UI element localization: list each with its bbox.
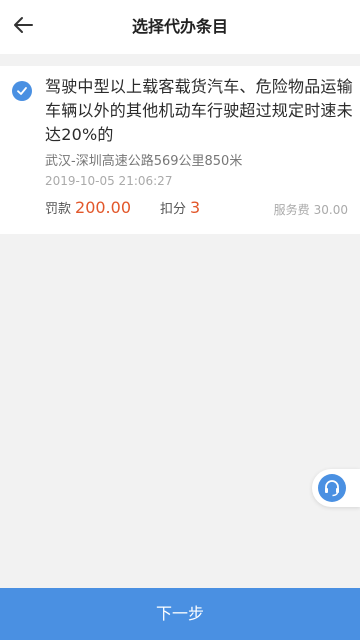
fine-label: 罚款 — [45, 202, 72, 217]
fine-value: 200.00 — [75, 198, 131, 217]
customer-service-button[interactable] — [312, 469, 360, 507]
violation-item[interactable]: 驾驶中型以上载客载货汽车、危险物品运输车辆以外的其他机动车行驶超过规定时速未达2… — [0, 66, 360, 234]
violation-description: 驾驶中型以上载客载货汽车、危险物品运输车辆以外的其他机动车行驶超过规定时速未达2… — [45, 77, 353, 144]
headset-icon — [318, 474, 346, 502]
fine-group: 罚款 200.00 — [45, 198, 131, 217]
violation-location: 武汉-深圳高速公路569公里850米 — [45, 154, 243, 169]
header-bar: 选择代办条目 — [0, 0, 360, 54]
fee-row: 罚款 200.00 扣分 3 服务费 30.00 — [45, 198, 348, 220]
service-fee: 服务费 30.00 — [274, 201, 348, 218]
page-title: 选择代办条目 — [131, 17, 228, 36]
points-label: 扣分 — [160, 202, 187, 217]
service-fee-label: 服务费 — [273, 203, 310, 217]
next-step-button[interactable]: 下一步 — [0, 588, 360, 640]
checkmark-icon — [16, 82, 28, 101]
service-fee-value: 30.00 — [313, 203, 348, 217]
points-group: 扣分 3 — [160, 198, 200, 217]
page: 选择代办条目 驾驶中型以上载客载货汽车、危险物品运输车辆以外的其他机动车行驶超过… — [0, 0, 360, 640]
select-checkbox[interactable] — [12, 81, 32, 101]
violation-time: 2019-10-05 21:06:27 — [45, 174, 173, 188]
points-value: 3 — [190, 198, 201, 217]
